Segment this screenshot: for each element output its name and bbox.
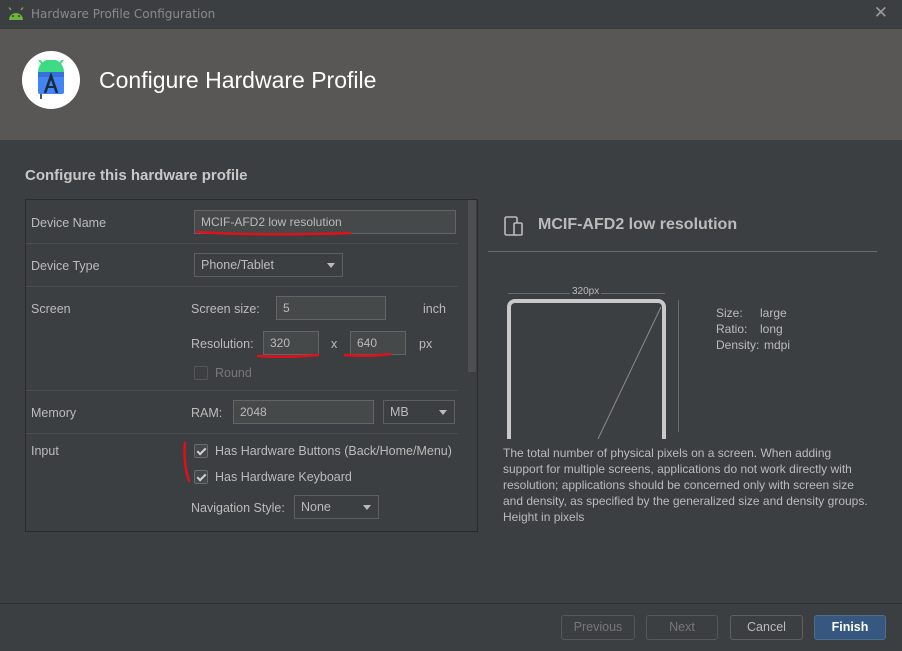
size-value: large [760, 306, 787, 320]
hardware-keyboard-checkbox[interactable] [194, 470, 208, 484]
header-banner: Configure Hardware Profile [0, 29, 902, 140]
preview-description: The total number of physical pixels on a… [503, 446, 868, 524]
section-title: Configure this hardware profile [25, 167, 248, 184]
screen-row: Screen Screen size: 5 inch Resolution: 3… [26, 287, 458, 391]
round-label: Round [215, 366, 252, 380]
memory-row: Memory RAM: 2048 MB [26, 391, 458, 434]
title-bar: Hardware Profile Configuration ✕ [0, 0, 902, 29]
ram-unit-dropdown[interactable]: MB [383, 400, 455, 424]
resolution-width-input[interactable]: 320 [263, 331, 319, 355]
android-studio-icon [38, 60, 64, 99]
ram-unit-value: MB [390, 405, 409, 419]
screen-size-label: Screen size: [191, 302, 260, 316]
page-title: Configure Hardware Profile [99, 67, 377, 93]
android-icon [8, 7, 24, 20]
screen-label: Screen [31, 302, 71, 316]
phone-outline [507, 299, 666, 439]
screen-diagonal [597, 306, 662, 439]
navigation-style-label: Navigation Style: [191, 501, 285, 515]
density-label: Density: [716, 338, 760, 352]
device-name-input[interactable]: MCIF-AFD2 low resolution [194, 210, 456, 234]
device-preview: MCIF-AFD2 low resolution 320px Size: lar… [488, 201, 878, 531]
resolution-separator: x [331, 337, 338, 351]
preview-separator [488, 251, 877, 252]
device-type-value: Phone/Tablet [201, 258, 274, 272]
hardware-buttons-label: Has Hardware Buttons (Back/Home/Menu) [215, 444, 452, 458]
android-studio-logo [22, 51, 80, 109]
finish-button[interactable]: Finish [814, 615, 886, 640]
next-button[interactable]: Next [646, 615, 718, 640]
chevron-down-icon [363, 505, 371, 510]
navigation-style-dropdown[interactable]: None [294, 495, 379, 519]
cancel-button[interactable]: Cancel [730, 615, 803, 640]
round-checkbox[interactable] [194, 366, 208, 380]
ram-label: RAM: [191, 406, 223, 420]
size-label: Size: [716, 306, 743, 320]
hardware-form: Device Name MCIF-AFD2 low resolution Dev… [25, 199, 478, 532]
hardware-buttons-checkbox[interactable] [194, 444, 208, 458]
ratio-label: Ratio: [716, 322, 748, 336]
device-type-row: Device Type Phone/Tablet [26, 244, 458, 287]
device-name-row: Device Name MCIF-AFD2 low resolution [26, 200, 458, 244]
chevron-down-icon [327, 263, 335, 268]
navigation-style-value: None [301, 500, 331, 514]
previous-button[interactable]: Previous [561, 615, 635, 640]
density-value: mdpi [764, 338, 791, 352]
device-type-dropdown[interactable]: Phone/Tablet [194, 253, 343, 277]
footer-divider [0, 603, 902, 604]
resolution-unit: px [419, 337, 433, 351]
input-row: Input Has Hardware Buttons (Back/Home/Me… [26, 434, 458, 531]
device-icon [504, 216, 523, 236]
device-type-label: Device Type [31, 259, 100, 273]
close-icon[interactable]: ✕ [874, 3, 888, 23]
resolution-label: Resolution: [191, 337, 254, 351]
height-dimension-line [678, 300, 679, 432]
window-title: Hardware Profile Configuration [31, 7, 216, 21]
input-label: Input [31, 444, 59, 458]
screen-size-unit: inch [423, 302, 446, 316]
chevron-down-icon [439, 410, 447, 415]
preview-device-name: MCIF-AFD2 low resolution [538, 216, 738, 233]
memory-label: Memory [31, 406, 77, 420]
hardware-keyboard-label: Has Hardware Keyboard [215, 470, 352, 484]
device-name-label: Device Name [31, 216, 107, 230]
form-scrollbar[interactable] [468, 200, 476, 372]
ram-input[interactable]: 2048 [233, 400, 374, 424]
ratio-value: long [760, 322, 783, 336]
resolution-height-input[interactable]: 640 [350, 331, 406, 355]
width-dimension-label: 320px [570, 286, 602, 297]
screen-size-input[interactable]: 5 [276, 296, 386, 320]
